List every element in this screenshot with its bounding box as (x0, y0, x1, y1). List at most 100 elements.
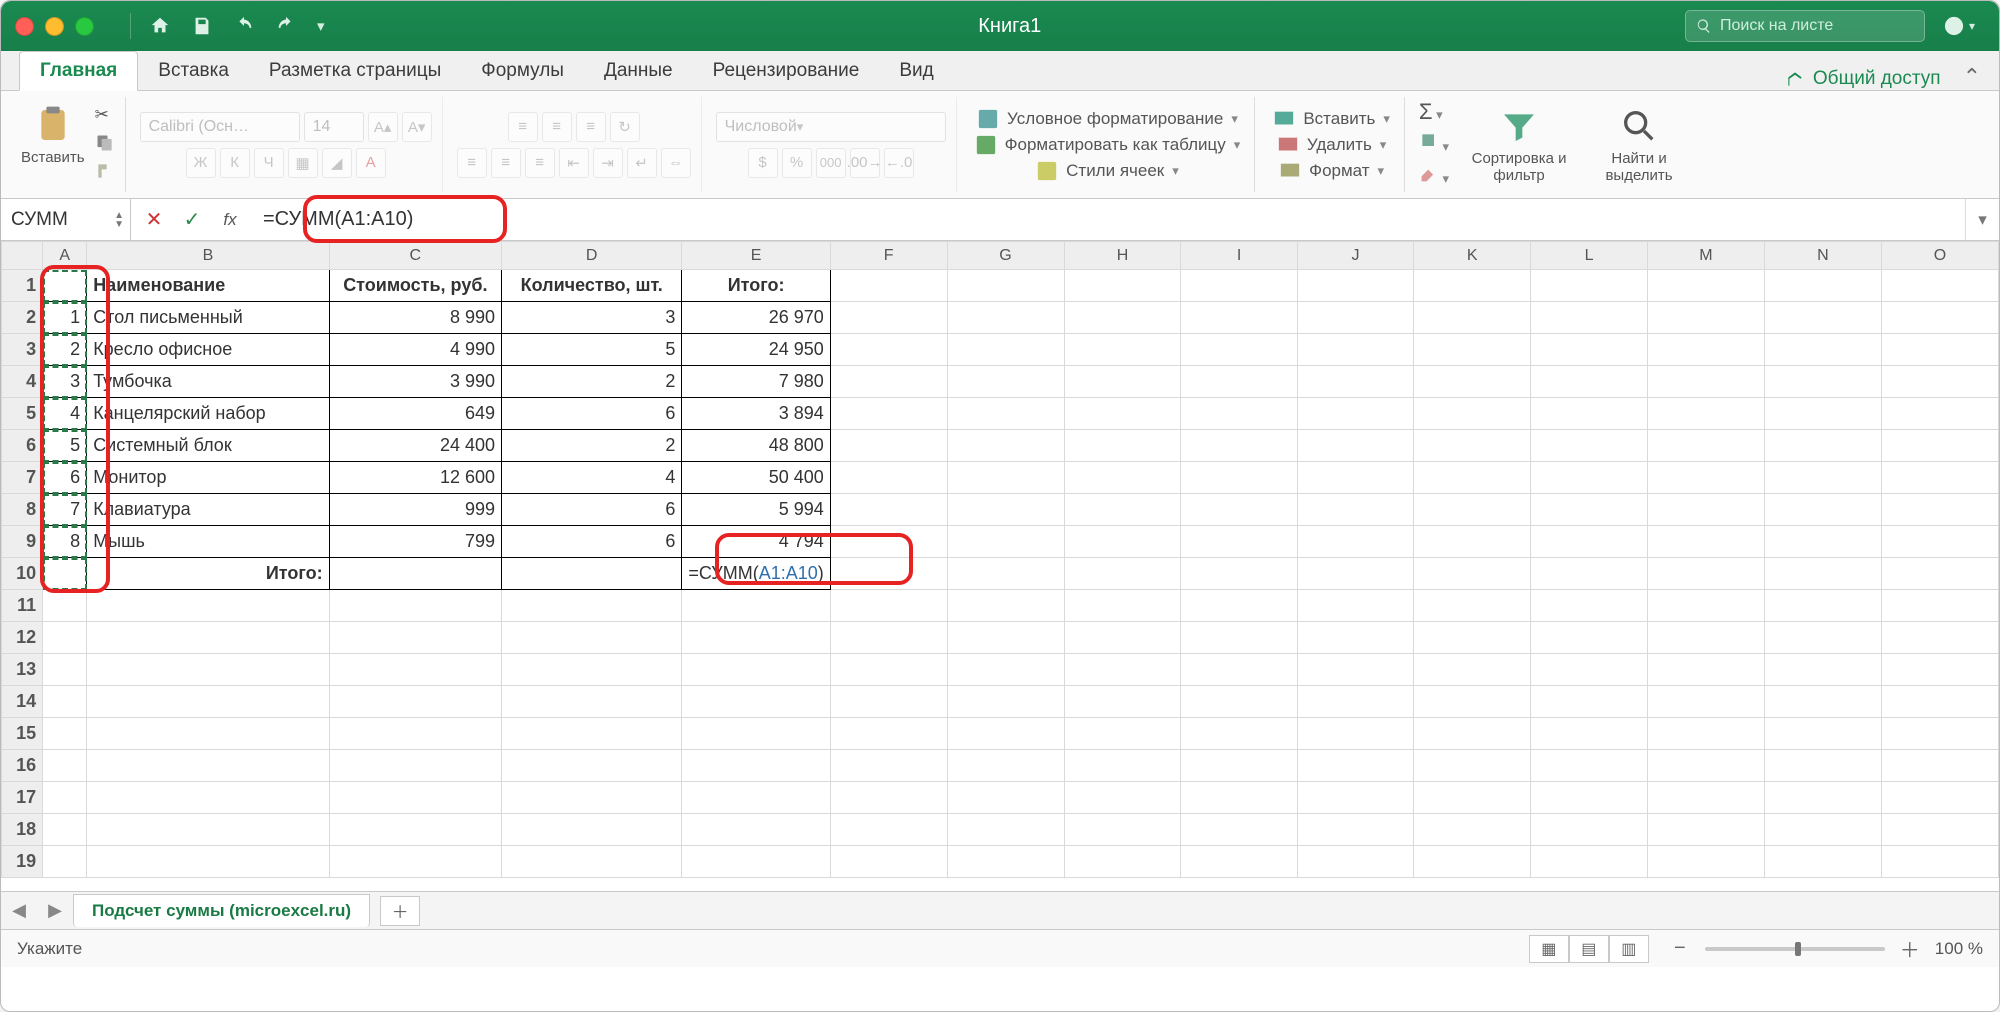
cell[interactable] (1181, 622, 1297, 654)
cell-cost[interactable]: 12 600 (329, 462, 501, 494)
cell[interactable] (1064, 270, 1181, 302)
cell[interactable] (1414, 430, 1531, 462)
cell[interactable] (1064, 366, 1181, 398)
cell[interactable] (1064, 654, 1181, 686)
cell[interactable] (87, 846, 329, 878)
cell-qty[interactable]: 6 (502, 494, 682, 526)
tab-nav-prev-icon[interactable]: ◀ (1, 900, 37, 921)
cell[interactable] (1764, 846, 1881, 878)
paste-button[interactable]: Вставить (21, 105, 85, 166)
name-box[interactable]: СУММ ▲▼ (1, 199, 131, 240)
cell[interactable] (947, 846, 1064, 878)
row-header[interactable]: 9 (2, 526, 43, 558)
row-header[interactable]: 3 (2, 334, 43, 366)
col-header[interactable]: G (947, 242, 1064, 270)
cell[interactable] (1414, 398, 1531, 430)
cell[interactable] (830, 430, 947, 462)
cell[interactable] (1414, 590, 1531, 622)
insert-cells-button[interactable]: Вставить (1269, 106, 1394, 132)
cell-name[interactable]: Канцелярский набор (87, 398, 329, 430)
cell-A10[interactable] (43, 558, 87, 590)
share-button[interactable]: Общий доступ (1777, 68, 1949, 90)
bold-button[interactable]: Ж (186, 148, 216, 178)
cell-name[interactable]: Мышь (87, 526, 329, 558)
cell[interactable] (1531, 782, 1648, 814)
cell-E1[interactable]: Итого: (682, 270, 830, 302)
cell[interactable] (1531, 750, 1648, 782)
zoom-out-button[interactable]: − (1669, 937, 1691, 960)
tab-insert[interactable]: Вставка (138, 52, 249, 90)
cell[interactable] (830, 654, 947, 686)
cell[interactable] (1647, 430, 1764, 462)
cell[interactable] (1764, 430, 1881, 462)
undo-icon[interactable] (233, 15, 255, 37)
cell[interactable] (830, 462, 947, 494)
cell[interactable] (1764, 494, 1881, 526)
row-header[interactable]: 5 (2, 398, 43, 430)
cell-total[interactable]: 3 894 (682, 398, 830, 430)
cell[interactable] (1531, 558, 1648, 590)
cell[interactable] (830, 334, 947, 366)
formula-input[interactable]: =СУММ(A1:A10) (253, 208, 1965, 231)
fill-color-icon[interactable]: ◢ (322, 148, 352, 178)
cell[interactable] (1764, 558, 1881, 590)
font-color-icon[interactable]: A (356, 148, 386, 178)
cell[interactable] (1181, 366, 1297, 398)
cell[interactable] (1181, 302, 1297, 334)
cell-A[interactable]: 1 (43, 302, 87, 334)
align-center-icon[interactable]: ≡ (491, 148, 521, 178)
col-header[interactable]: H (1064, 242, 1181, 270)
align-mid-icon[interactable]: ≡ (542, 112, 572, 142)
cell[interactable] (502, 846, 682, 878)
zoom-in-button[interactable]: ＋ (1899, 934, 1921, 963)
cell[interactable] (1297, 590, 1414, 622)
cell[interactable] (1764, 718, 1881, 750)
confirm-formula-icon[interactable]: ✓ (175, 205, 209, 235)
conditional-format-button[interactable]: Условное форматирование (973, 106, 1242, 132)
cell[interactable] (830, 622, 947, 654)
cell[interactable] (502, 622, 682, 654)
number-format-select[interactable]: Числовой (716, 112, 946, 142)
cell-name[interactable]: Монитор (87, 462, 329, 494)
cell[interactable] (1881, 846, 1998, 878)
cell[interactable] (1297, 270, 1414, 302)
cell[interactable] (1414, 366, 1531, 398)
cell-B1[interactable]: Наименование (87, 270, 329, 302)
tab-view[interactable]: Вид (879, 52, 953, 90)
cell[interactable] (1647, 654, 1764, 686)
cell-total[interactable]: 50 400 (682, 462, 830, 494)
cell[interactable] (1764, 398, 1881, 430)
cell[interactable] (1881, 622, 1998, 654)
minimize-window-icon[interactable] (45, 17, 64, 36)
row-header[interactable]: 16 (2, 750, 43, 782)
cell[interactable] (1647, 590, 1764, 622)
col-header[interactable]: C (329, 242, 501, 270)
zoom-window-icon[interactable] (75, 17, 94, 36)
cell[interactable] (1181, 398, 1297, 430)
cell[interactable] (1764, 590, 1881, 622)
cell[interactable] (502, 782, 682, 814)
cell-A[interactable]: 4 (43, 398, 87, 430)
cell[interactable] (1181, 430, 1297, 462)
cell-A[interactable]: 8 (43, 526, 87, 558)
cell-name[interactable]: Клавиатура (87, 494, 329, 526)
cell[interactable] (1064, 782, 1181, 814)
cell[interactable] (329, 686, 501, 718)
cell[interactable] (1881, 814, 1998, 846)
cell[interactable] (1297, 686, 1414, 718)
cell[interactable] (1181, 558, 1297, 590)
indent-inc-icon[interactable]: ⇥ (593, 148, 623, 178)
cell-qty[interactable]: 5 (502, 334, 682, 366)
cell[interactable] (43, 686, 87, 718)
cell[interactable] (329, 750, 501, 782)
col-header[interactable]: M (1647, 242, 1764, 270)
cell[interactable] (1881, 686, 1998, 718)
cell[interactable] (1181, 718, 1297, 750)
cell[interactable] (1064, 846, 1181, 878)
cell[interactable] (1881, 750, 1998, 782)
row-header[interactable]: 18 (2, 814, 43, 846)
cell[interactable] (43, 590, 87, 622)
cell[interactable] (43, 846, 87, 878)
cell-total[interactable]: 7 980 (682, 366, 830, 398)
cell[interactable] (43, 750, 87, 782)
